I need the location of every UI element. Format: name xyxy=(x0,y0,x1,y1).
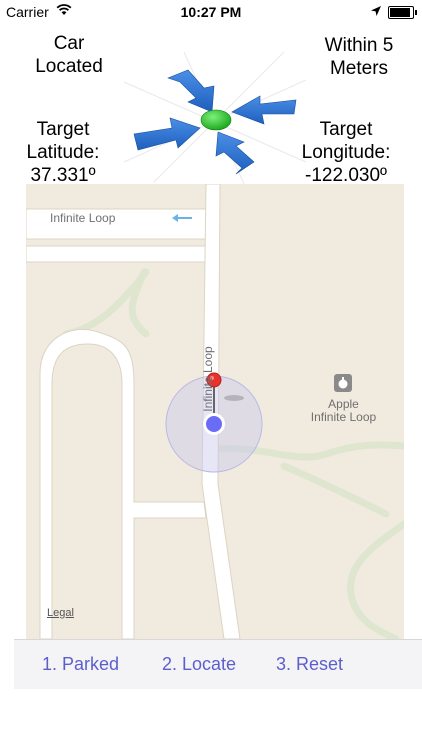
converging-arrows-target-icon xyxy=(123,51,307,185)
latitude-label2: Latitude: xyxy=(26,142,100,163)
bottom-toolbar: 1. Parked 2. Locate 3. Reset xyxy=(14,639,422,689)
arrow-top-left xyxy=(167,69,215,113)
car-status-line1: Car xyxy=(53,33,85,54)
locate-button[interactable]: 2. Locate xyxy=(162,654,236,675)
apple-logo-icon[interactable] xyxy=(334,374,352,392)
reset-button[interactable]: 3. Reset xyxy=(276,654,343,675)
car-status: Car Located xyxy=(20,32,118,78)
parked-button[interactable]: 1. Parked xyxy=(42,654,119,675)
target-latitude: Target Latitude: 37.331º xyxy=(14,118,112,187)
poi-name-line2: Infinite Loop xyxy=(310,410,377,424)
status-bar: Carrier 10:27 PM xyxy=(0,0,422,24)
distance-line2: Meters xyxy=(329,58,389,79)
latitude-label: Target xyxy=(36,119,90,140)
target-ball xyxy=(200,109,232,131)
map-view[interactable]: Infinite Loop Infinite Loop Apple Infini… xyxy=(26,184,404,639)
battery-icon xyxy=(388,6,417,19)
street-label-horizontal: Infinite Loop xyxy=(50,211,116,225)
arrow-right xyxy=(231,95,297,125)
longitude-label: Target xyxy=(319,119,373,140)
street-label-vertical: Infinite Loop xyxy=(201,346,215,412)
distance-line1: Within 5 xyxy=(324,35,394,56)
car-status-line2: Located xyxy=(35,56,103,77)
arrow-bottom xyxy=(215,131,255,175)
location-arrow-icon xyxy=(370,4,382,20)
status-time: 10:27 PM xyxy=(180,4,242,20)
longitude-label2: Longitude: xyxy=(301,142,391,163)
battery-fill xyxy=(390,8,410,17)
distance-status: Within 5 Meters xyxy=(310,34,408,80)
legal-link[interactable]: Legal xyxy=(47,607,74,619)
poi-label[interactable]: Apple Infinite Loop xyxy=(296,398,391,424)
target-longitude: Target Longitude: -122.030º xyxy=(296,118,396,187)
